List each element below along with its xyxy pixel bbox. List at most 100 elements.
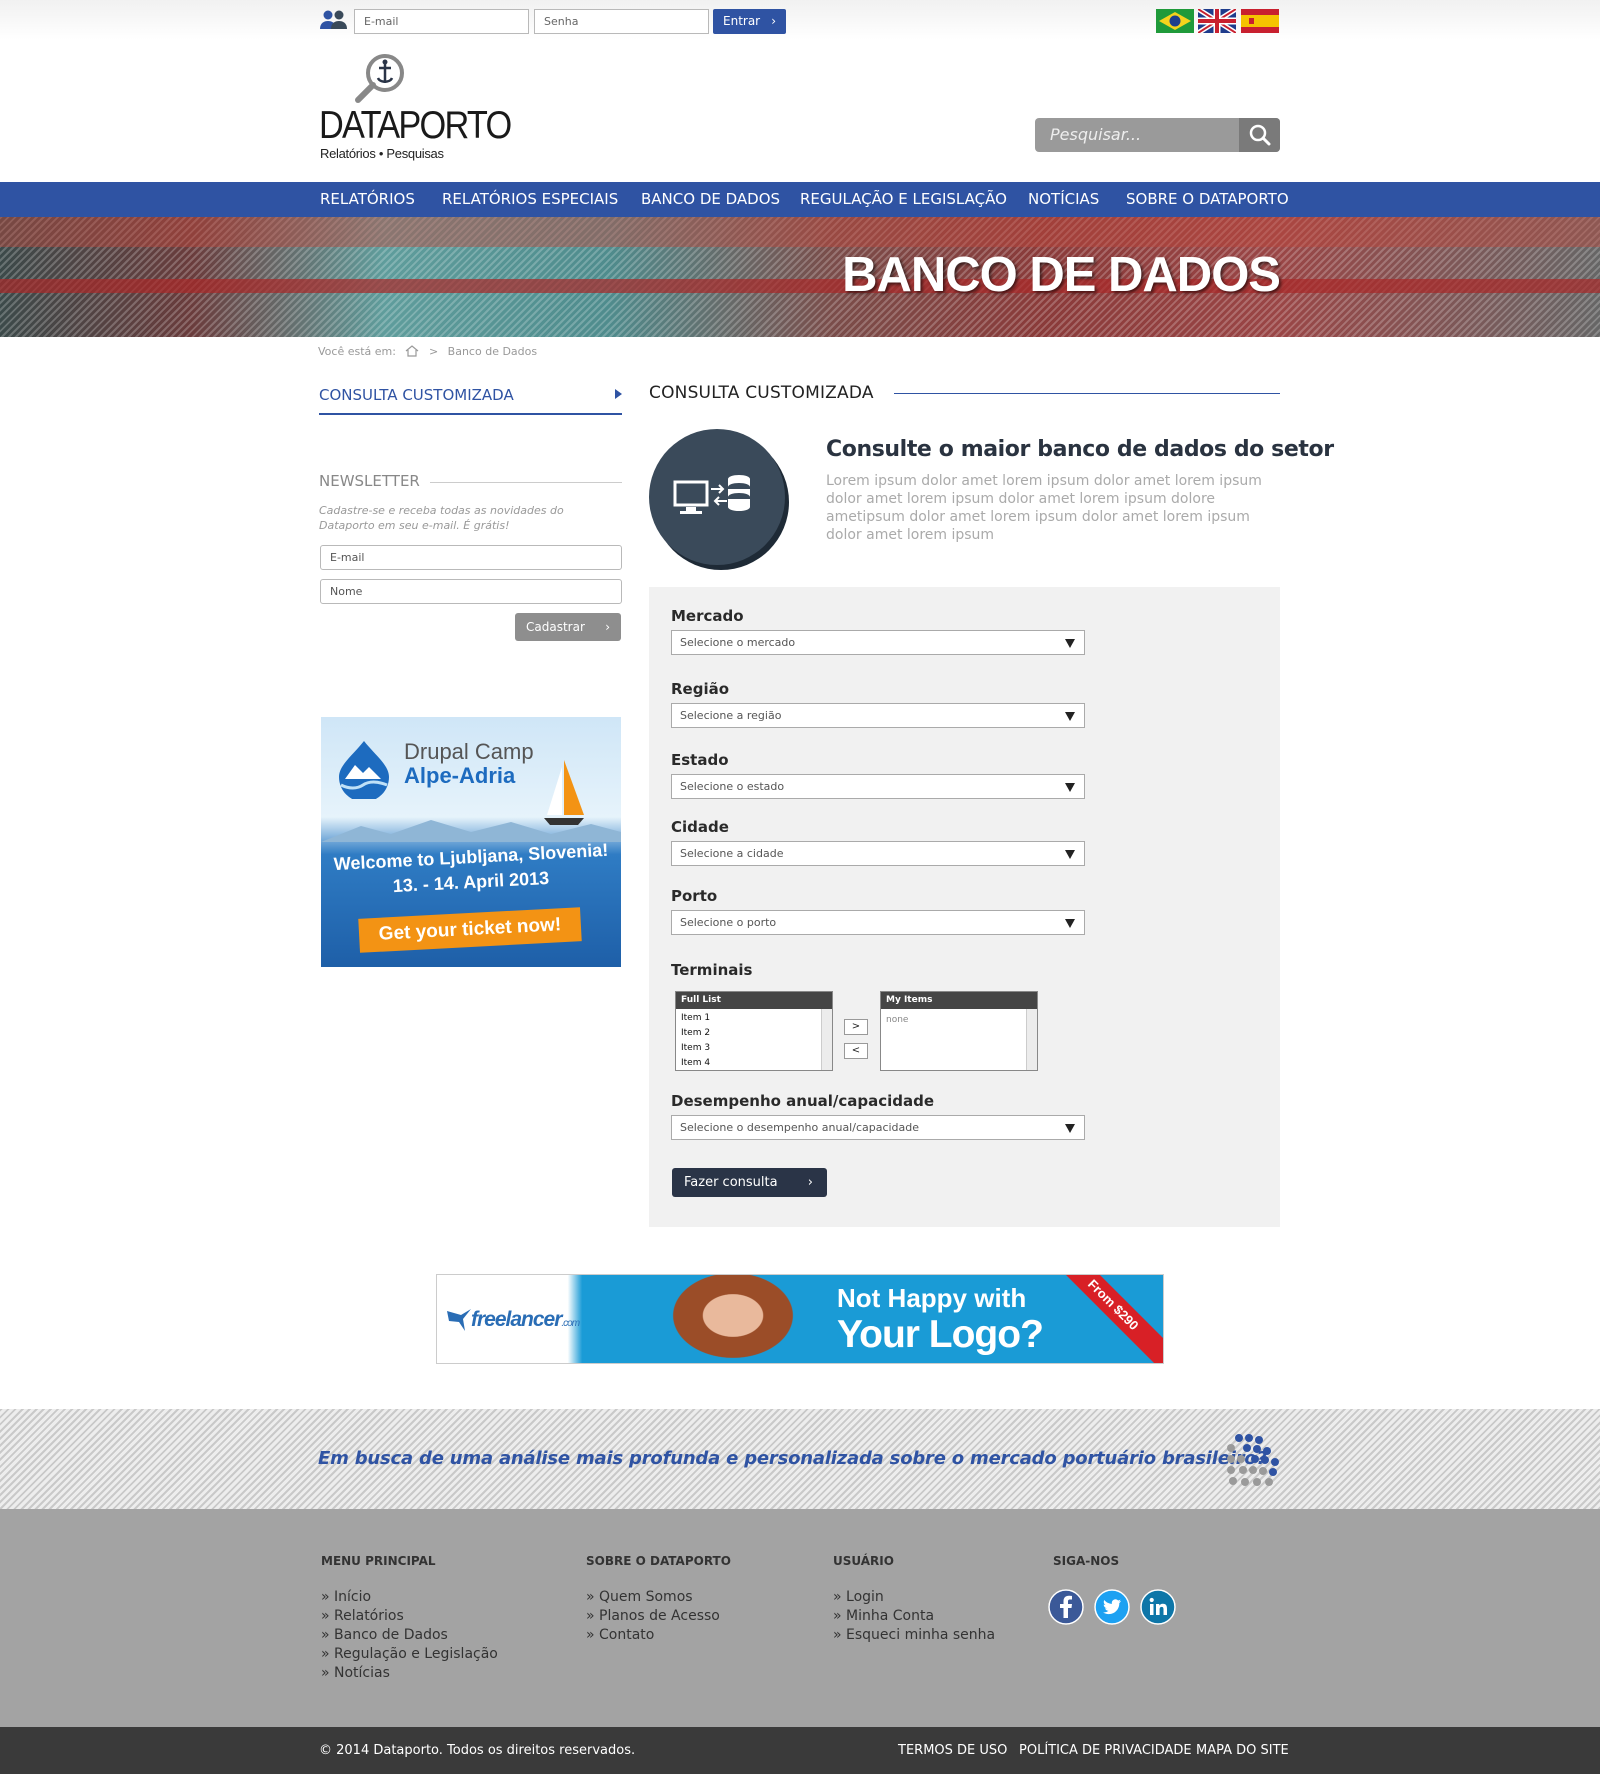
page: E-mail Senha Entrar › DATAPORTO Relatóri…	[0, 0, 1600, 1774]
logo-tagline: Relatórios • Pesquisas	[320, 146, 444, 161]
porto-label: Porto	[671, 887, 718, 905]
footer-link-relatorios[interactable]: » Relatórios	[321, 1608, 404, 1624]
login-password-input[interactable]: Senha	[534, 9, 709, 34]
footer-link-esqueci-senha[interactable]: » Esqueci minha senha	[833, 1627, 995, 1643]
intro-text: Lorem ipsum dolor amet lorem ipsum dolor…	[826, 473, 1262, 543]
home-icon[interactable]	[405, 345, 419, 357]
regiao-select[interactable]: Selecione a região	[671, 703, 1085, 728]
chevron-right-icon: ›	[771, 14, 776, 28]
breadcrumb: Você está em: > Banco de Dados	[318, 345, 543, 358]
footer-link-regulacao[interactable]: » Regulação e Legislação	[321, 1646, 498, 1662]
full-list-box[interactable]: Full List Item 1 Item 2 Item 3 Item 4	[675, 991, 833, 1071]
caret-down-icon	[1065, 850, 1075, 859]
linkedin-icon[interactable]	[1140, 1589, 1176, 1625]
login-email-input[interactable]: E-mail	[354, 9, 529, 34]
list-item[interactable]: Item 4	[676, 1056, 832, 1070]
search-box[interactable]: Pesquisar...	[1035, 118, 1280, 152]
mercado-select[interactable]: Selecione o mercado	[671, 630, 1085, 655]
footer-link-banco-de-dados[interactable]: » Banco de Dados	[321, 1627, 448, 1643]
freelancer-banner-ad[interactable]: freelancer.com Not Happy with Your Logo?…	[436, 1274, 1164, 1364]
logo[interactable]: DATAPORTO Relatórios • Pesquisas	[319, 52, 512, 162]
hero-title: BANCO DE DADOS	[842, 248, 1281, 302]
footer-link-minha-conta[interactable]: » Minha Conta	[833, 1608, 934, 1624]
nav-item-noticias[interactable]: NOTÍCIAS	[1028, 182, 1099, 217]
cidade-select-value: Selecione a cidade	[680, 847, 784, 860]
newsletter-name-input[interactable]: Nome	[320, 579, 622, 604]
footer-link-noticias[interactable]: » Notícias	[321, 1665, 390, 1681]
my-items-box[interactable]: My Items none	[880, 991, 1038, 1071]
anchor-magnifier-icon	[355, 54, 404, 103]
add-item-button[interactable]: >	[844, 1019, 868, 1035]
newsletter-submit-label: Cadastrar	[526, 620, 585, 634]
facebook-icon[interactable]	[1048, 1589, 1084, 1625]
footer-sobre-title: SOBRE O DATAPORTO	[586, 1554, 731, 1568]
mountains-icon	[321, 820, 621, 842]
remove-item-button[interactable]: <	[844, 1043, 868, 1059]
footer-link-login[interactable]: » Login	[833, 1589, 884, 1605]
desempenho-select-value: Selecione o desempenho anual/capacidade	[680, 1121, 920, 1134]
newsletter-email-input[interactable]: E-mail	[320, 545, 622, 570]
list-item[interactable]: Item 2	[676, 1026, 832, 1041]
ad-ticket-button[interactable]: Get your ticket now!	[358, 907, 582, 953]
list-item[interactable]: Item 3	[676, 1041, 832, 1056]
newsletter-description: Cadastre-se e receba todas as novidades …	[319, 504, 564, 532]
ad-logo-suffix: .com	[561, 1318, 580, 1329]
footer-link-contato[interactable]: » Contato	[586, 1627, 654, 1643]
nav-item-relatorios[interactable]: RELATÓRIOS	[320, 182, 415, 217]
search-input[interactable]: Pesquisar...	[1050, 118, 1141, 152]
sidebar-item-label: CONSULTA CUSTOMIZADA	[319, 386, 514, 404]
estado-label: Estado	[671, 751, 729, 769]
tagline-strip: Em busca de uma análise mais profunda e …	[0, 1409, 1600, 1509]
mercado-label: Mercado	[671, 607, 744, 625]
newsletter-title: NEWSLETTER	[319, 472, 430, 490]
porto-select[interactable]: Selecione o porto	[671, 910, 1085, 935]
caret-down-icon	[1065, 919, 1075, 928]
nav-item-regulacao[interactable]: REGULAÇÃO E LEGISLAÇÃO	[800, 182, 1007, 217]
drupal-camp-ad[interactable]: Drupal Camp Alpe-Adria Welcome to Ljublj…	[321, 717, 621, 967]
database-icon	[649, 429, 785, 565]
search-icon	[1249, 124, 1271, 146]
dots-logo-icon	[1227, 1434, 1279, 1486]
cidade-select[interactable]: Selecione a cidade	[671, 841, 1085, 866]
ad-title-line1: Drupal Camp	[404, 739, 534, 764]
hero-banner: BANCO DE DADOS	[0, 217, 1600, 337]
terms-link[interactable]: TERMOS DE USO	[898, 1727, 1007, 1774]
privacy-link[interactable]: POLÍTICA DE PRIVACIDADE	[1019, 1727, 1192, 1774]
nav-item-relatorios-especiais[interactable]: RELATÓRIOS ESPECIAIS	[442, 182, 618, 217]
login-button[interactable]: Entrar ›	[713, 9, 786, 34]
page-title: CONSULTA CUSTOMIZADA	[649, 383, 894, 403]
ad-line2: Your Logo?	[837, 1313, 1044, 1356]
spain-flag-icon[interactable]	[1241, 9, 1279, 33]
chevron-right-icon: ›	[605, 620, 610, 634]
footer-link-quem-somos[interactable]: » Quem Somos	[586, 1589, 693, 1605]
list-item[interactable]: Item 1	[676, 1011, 832, 1026]
regiao-label: Região	[671, 680, 730, 698]
sidebar-item-consulta-customizada[interactable]: CONSULTA CUSTOMIZADA	[319, 385, 622, 415]
copyright: © 2014 Dataporto. Todos os direitos rese…	[319, 1743, 636, 1758]
twitter-icon[interactable]	[1094, 1589, 1130, 1625]
sitemap-link[interactable]: MAPA DO SITE	[1196, 1727, 1289, 1774]
footer-link-inicio[interactable]: » Início	[321, 1589, 371, 1605]
estado-select[interactable]: Selecione o estado	[671, 774, 1085, 799]
hero-ship-stripe	[0, 279, 1600, 293]
desempenho-select[interactable]: Selecione o desempenho anual/capacidade	[671, 1115, 1085, 1140]
estado-select-value: Selecione o estado	[680, 780, 785, 793]
ad-title-line2: Alpe-Adria	[404, 763, 516, 788]
footer-link-planos[interactable]: » Planos de Acesso	[586, 1608, 720, 1624]
arrow-right-icon	[615, 389, 622, 399]
nav-item-banco-de-dados[interactable]: BANCO DE DADOS	[641, 182, 780, 217]
brazil-flag-icon[interactable]	[1156, 9, 1194, 33]
newsletter-submit-button[interactable]: Cadastrar ›	[515, 613, 621, 641]
nav-item-sobre[interactable]: SOBRE O DATAPORTO	[1126, 182, 1289, 217]
drupal-drop-icon	[339, 741, 389, 799]
ad-woman-photo	[663, 1275, 803, 1363]
uk-flag-icon[interactable]	[1198, 9, 1236, 33]
full-list-scrollbar[interactable]	[821, 1009, 832, 1070]
hero-containers	[0, 217, 1600, 247]
footer-usuario-title: USUÁRIO	[833, 1554, 894, 1568]
mercado-select-value: Selecione o mercado	[680, 636, 796, 649]
search-button[interactable]	[1239, 118, 1280, 152]
submit-query-button[interactable]: Fazer consulta ›	[672, 1168, 827, 1197]
regiao-select-value: Selecione a região	[680, 709, 782, 722]
my-items-scrollbar[interactable]	[1026, 1009, 1037, 1070]
